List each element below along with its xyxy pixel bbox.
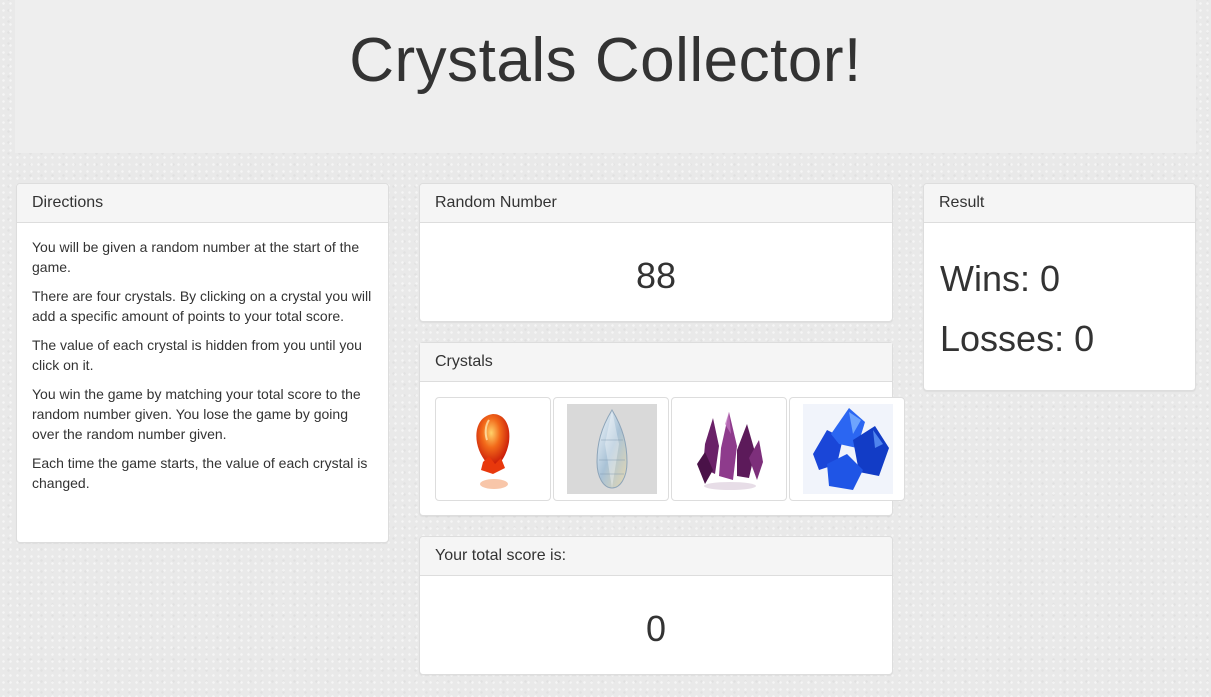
wins-count: 0	[1040, 258, 1061, 299]
total-score-value: 0	[645, 608, 667, 649]
directions-paragraph: You will be given a random number at the…	[32, 239, 360, 275]
crystal-button-clear[interactable]	[553, 397, 669, 501]
directions-panel: Directions You will be given a random nu…	[16, 183, 389, 543]
result-heading: Result	[924, 184, 1195, 223]
header-jumbotron: Crystals Collector!	[15, 0, 1196, 153]
wins-line: Wins: 0	[940, 259, 1180, 299]
crystals-panel: Crystals	[419, 342, 905, 516]
losses-line: Losses: 0	[940, 319, 1180, 359]
directions-paragraph: Each time the game starts, the value of …	[32, 455, 368, 491]
random-number-heading: Random Number	[420, 184, 892, 223]
wins-label: Wins:	[940, 258, 1030, 299]
directions-heading: Directions	[17, 184, 388, 223]
directions-body: You will be given a random number at the…	[17, 223, 388, 517]
purple-crystal-icon	[685, 404, 775, 494]
directions-paragraph: You win the game by matching your total …	[32, 386, 361, 442]
losses-count: 0	[1074, 318, 1095, 359]
losses-label: Losses:	[940, 318, 1065, 359]
crystals-heading: Crystals	[420, 343, 892, 382]
total-score-panel: Your total score is: 0	[419, 536, 893, 675]
result-panel: Result Wins: 0 Losses: 0	[923, 183, 1196, 391]
crystal-button-blue[interactable]	[789, 397, 905, 501]
page-title: Crystals Collector!	[349, 26, 862, 95]
crystal-button-purple[interactable]	[671, 397, 787, 501]
crystal-row	[420, 382, 905, 502]
crystal-button-red[interactable]	[435, 397, 551, 501]
directions-paragraph: There are four crystals. By clicking on …	[32, 288, 372, 324]
random-number-value: 88	[635, 255, 677, 296]
random-number-panel: Random Number 88	[419, 183, 893, 322]
directions-paragraph: The value of each crystal is hidden from…	[32, 337, 362, 373]
total-score-heading: Your total score is:	[420, 537, 892, 576]
red-crystal-icon	[449, 404, 539, 494]
clear-crystal-icon	[567, 404, 657, 494]
blue-crystal-icon	[803, 404, 893, 494]
